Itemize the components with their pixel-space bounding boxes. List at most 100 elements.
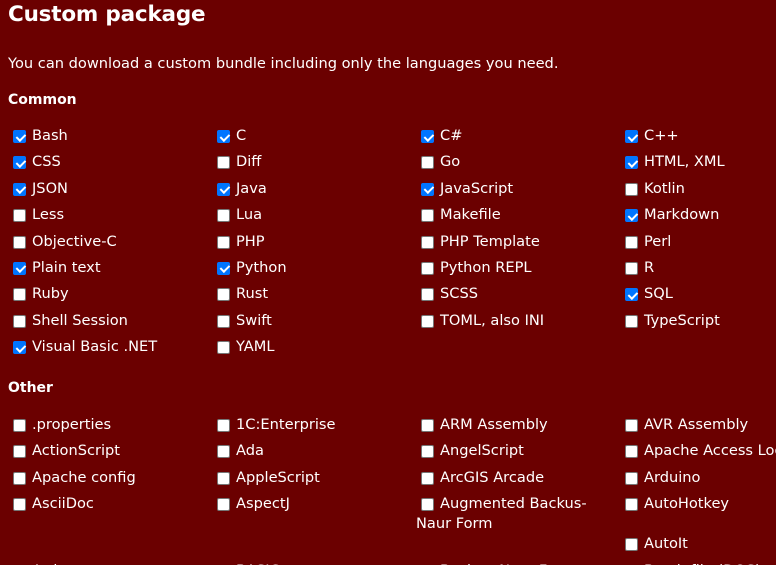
language-label[interactable]: AutoIt bbox=[644, 535, 688, 552]
language-label[interactable]: Python bbox=[236, 259, 287, 276]
language-option-less[interactable]: Less bbox=[8, 205, 212, 231]
language-label[interactable]: Diff bbox=[236, 153, 261, 170]
language-option-asciidoc[interactable]: AsciiDoc bbox=[8, 494, 212, 534]
language-checkbox[interactable] bbox=[625, 235, 638, 249]
language-label[interactable]: Ruby bbox=[32, 285, 69, 302]
language-checkbox[interactable] bbox=[421, 445, 434, 459]
language-checkbox[interactable] bbox=[217, 498, 230, 512]
language-option-plain-text[interactable]: Plain text bbox=[8, 258, 212, 284]
language-option-ada[interactable]: Ada bbox=[212, 441, 416, 467]
language-option-shell-session[interactable]: Shell Session bbox=[8, 311, 212, 337]
language-option-javascript[interactable]: JavaScript bbox=[416, 179, 620, 205]
language-label[interactable]: C++ bbox=[644, 127, 679, 144]
language-label[interactable]: .properties bbox=[32, 416, 111, 433]
language-option-perl[interactable]: Perl bbox=[620, 232, 776, 258]
language-option-apache-access-log[interactable]: Apache Access Log bbox=[620, 441, 776, 467]
language-checkbox[interactable] bbox=[625, 261, 638, 275]
language-option-avr-assembly[interactable]: AVR Assembly bbox=[620, 415, 776, 441]
language-label[interactable]: Java bbox=[236, 180, 267, 197]
language-option-c[interactable]: C++ bbox=[620, 126, 776, 152]
language-checkbox[interactable] bbox=[421, 209, 434, 223]
language-option-apache-config[interactable]: Apache config bbox=[8, 468, 212, 494]
language-checkbox[interactable] bbox=[625, 156, 638, 170]
language-label[interactable]: Lua bbox=[236, 206, 262, 223]
language-label[interactable]: Perl bbox=[644, 233, 671, 250]
language-label[interactable]: Apache config bbox=[32, 469, 136, 486]
language-checkbox[interactable] bbox=[13, 235, 26, 249]
language-option-ruby[interactable]: Ruby bbox=[8, 284, 212, 310]
language-label[interactable]: ARM Assembly bbox=[440, 416, 548, 433]
language-checkbox[interactable] bbox=[217, 130, 230, 143]
language-option-python-repl[interactable]: Python REPL bbox=[416, 258, 620, 284]
language-checkbox[interactable] bbox=[625, 209, 638, 223]
language-checkbox[interactable] bbox=[217, 314, 230, 328]
language-checkbox[interactable] bbox=[625, 419, 638, 432]
language-option-r[interactable]: R bbox=[620, 258, 776, 284]
language-checkbox[interactable] bbox=[13, 471, 26, 485]
language-option-markdown[interactable]: Markdown bbox=[620, 205, 776, 231]
language-option-html-xml[interactable]: HTML, XML bbox=[620, 152, 776, 178]
language-checkbox[interactable] bbox=[13, 341, 26, 355]
language-option-rust[interactable]: Rust bbox=[212, 284, 416, 310]
language-option-awk[interactable]: Awk bbox=[8, 561, 212, 565]
language-label[interactable]: PHP Template bbox=[440, 233, 540, 250]
language-option-python[interactable]: Python bbox=[212, 258, 416, 284]
language-checkbox[interactable] bbox=[217, 419, 230, 432]
language-checkbox[interactable] bbox=[217, 182, 230, 196]
language-checkbox[interactable] bbox=[217, 156, 230, 170]
language-option-1c-enterprise[interactable]: 1C:Enterprise bbox=[212, 415, 416, 441]
language-label[interactable]: AppleScript bbox=[236, 469, 320, 486]
language-option-augmented-backus-naur-form[interactable]: Augmented Backus-Naur Form bbox=[416, 494, 620, 534]
language-checkbox[interactable] bbox=[13, 419, 26, 432]
language-option-autoit[interactable]: AutoIt bbox=[620, 534, 776, 560]
language-checkbox[interactable] bbox=[421, 130, 434, 143]
language-checkbox[interactable] bbox=[13, 314, 26, 328]
language-checkbox[interactable] bbox=[217, 445, 230, 459]
language-option-sql[interactable]: SQL bbox=[620, 284, 776, 310]
language-option-objective-c[interactable]: Objective-C bbox=[8, 232, 212, 258]
language-checkbox[interactable] bbox=[625, 498, 638, 512]
language-option-makefile[interactable]: Makefile bbox=[416, 205, 620, 231]
language-checkbox[interactable] bbox=[13, 182, 26, 196]
language-label[interactable]: Plain text bbox=[32, 259, 101, 276]
language-label[interactable]: Bash bbox=[32, 127, 68, 144]
language-label[interactable]: TypeScript bbox=[644, 312, 720, 329]
language-label[interactable]: ArcGIS Arcade bbox=[440, 469, 544, 486]
language-checkbox[interactable] bbox=[421, 182, 434, 196]
language-label[interactable]: SQL bbox=[644, 285, 673, 302]
language-checkbox[interactable] bbox=[13, 156, 26, 170]
language-option-aspectj[interactable]: AspectJ bbox=[212, 494, 416, 534]
language-checkbox[interactable] bbox=[421, 288, 434, 302]
language-option-c[interactable]: C bbox=[212, 126, 416, 152]
language-option-lua[interactable]: Lua bbox=[212, 205, 416, 231]
language-label[interactable]: Arduino bbox=[644, 469, 700, 486]
language-label[interactable]: Visual Basic .NET bbox=[32, 338, 157, 355]
language-checkbox[interactable] bbox=[13, 130, 26, 143]
language-label[interactable]: Backus–Naur Form bbox=[440, 562, 576, 565]
language-checkbox[interactable] bbox=[217, 288, 230, 302]
language-label[interactable]: BASIC bbox=[236, 562, 280, 565]
language-checkbox[interactable] bbox=[625, 182, 638, 196]
language-label[interactable]: Less bbox=[32, 206, 64, 223]
language-checkbox[interactable] bbox=[625, 314, 638, 328]
language-option-go[interactable]: Go bbox=[416, 152, 620, 178]
language-label[interactable]: Awk bbox=[32, 562, 62, 565]
language-option-autohotkey[interactable]: AutoHotkey bbox=[620, 494, 776, 534]
language-label[interactable]: Markdown bbox=[644, 206, 719, 223]
language-option-diff[interactable]: Diff bbox=[212, 152, 416, 178]
language-option-properties[interactable]: .properties bbox=[8, 415, 212, 441]
language-option-toml-also-ini[interactable]: TOML, also INI bbox=[416, 311, 620, 337]
language-label[interactable]: Apache Access Log bbox=[644, 442, 776, 459]
language-checkbox[interactable] bbox=[13, 498, 26, 512]
language-label[interactable]: Makefile bbox=[440, 206, 501, 223]
language-label[interactable]: R bbox=[644, 259, 654, 276]
language-option-arcgis-arcade[interactable]: ArcGIS Arcade bbox=[416, 468, 620, 494]
language-label[interactable]: Rust bbox=[236, 285, 268, 302]
language-checkbox[interactable] bbox=[421, 471, 434, 485]
language-checkbox[interactable] bbox=[421, 156, 434, 170]
language-option-backus-naur-form[interactable]: Backus–Naur Form bbox=[416, 561, 620, 565]
language-label[interactable]: YAML bbox=[236, 338, 275, 355]
language-label[interactable]: Batch file (DOS) bbox=[644, 562, 761, 565]
language-label[interactable]: Objective-C bbox=[32, 233, 117, 250]
language-label[interactable]: CSS bbox=[32, 153, 61, 170]
